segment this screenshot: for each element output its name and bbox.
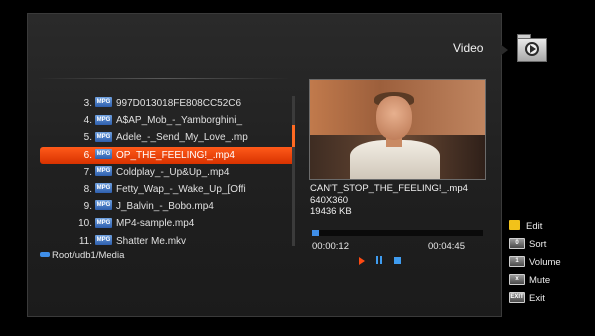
mpg-file-icon: MPG	[95, 97, 112, 108]
legend-label: Edit	[526, 221, 543, 232]
item-name: Fetty_Wap_-_Wake_Up_[Offi	[116, 183, 246, 195]
file-info: CAN'T_STOP_THE_FEELING!_.mp4 640X360 194…	[310, 183, 468, 218]
list-item[interactable]: 7. MPG Coldplay_-_Up&Up_.mp4	[40, 164, 295, 181]
item-number: 7.	[83, 166, 92, 178]
video-preview	[309, 79, 486, 180]
mute-key-icon: x	[509, 273, 525, 285]
item-number: 8.	[83, 183, 92, 195]
list-item-selected[interactable]: 6. MPG OP_THE_FEELING!_.mp4	[40, 146, 295, 164]
list-item[interactable]: 4. MPG A$AP_Mob_-_Yamborghini_	[40, 112, 295, 129]
key-1-icon: 1	[509, 255, 525, 267]
divider	[37, 78, 290, 79]
list-item[interactable]: 11. MPG Shatter Me.mkv	[40, 233, 295, 250]
list-item[interactable]: 9. MPG J_Balvin_-_Bobo.mp4	[40, 198, 295, 215]
legend-label: Mute	[529, 275, 551, 286]
legend-edit: Edit	[509, 220, 561, 238]
legend-label: Volume	[529, 257, 561, 268]
mpg-file-icon: MPG	[95, 183, 112, 194]
page-title: Video	[453, 41, 484, 55]
scrollbar-thumb[interactable]	[292, 125, 295, 147]
scrollbar[interactable]	[292, 96, 295, 246]
yellow-key-icon	[509, 220, 520, 231]
stop-icon[interactable]	[394, 257, 401, 264]
item-name: OP_THE_FEELING!_.mp4	[116, 149, 235, 161]
item-number: 3.	[83, 98, 92, 109]
item-name: Shatter Me.mkv	[116, 235, 187, 247]
item-number: 10.	[78, 218, 92, 230]
video-folder-icon	[517, 34, 547, 62]
list-item[interactable]: 3. MPG 997D013018FE808CC52C6	[40, 95, 295, 112]
item-name: Adele_-_Send_My_Love_.mp	[116, 132, 248, 144]
time-total: 00:04:45	[428, 241, 465, 252]
key-legend: Edit 0 Sort 1 Volume x Mute EXIT Exit	[509, 220, 561, 310]
playback-progress-bar[interactable]	[312, 230, 483, 236]
key-0-icon: 0	[509, 237, 525, 249]
mpg-file-icon: MPG	[95, 217, 112, 228]
list-item[interactable]: 10. MPG MP4-sample.mp4	[40, 215, 295, 232]
item-name: Coldplay_-_Up&Up_.mp4	[116, 166, 230, 178]
legend-volume: 1 Volume	[509, 255, 561, 274]
preview-size: 19436 KB	[310, 206, 352, 217]
item-name: J_Balvin_-_Bobo.mp4	[116, 201, 214, 213]
item-number: 5.	[83, 132, 92, 144]
exit-key-icon: EXIT	[509, 291, 525, 303]
item-number: 9.	[83, 201, 92, 213]
legend-label: Exit	[529, 293, 545, 304]
time-current: 00:00:12	[312, 241, 349, 252]
play-icon[interactable]	[359, 257, 365, 265]
breadcrumb: Root/udb1/Media	[40, 250, 124, 261]
legend-mute: x Mute	[509, 273, 561, 292]
title-arrow-icon	[500, 44, 508, 56]
list-item[interactable]: 8. MPG Fetty_Wap_-_Wake_Up_[Offi	[40, 181, 295, 198]
mpg-file-icon: MPG	[95, 131, 112, 142]
legend-sort: 0 Sort	[509, 237, 561, 256]
path-label: Root/udb1/Media	[52, 250, 125, 261]
legend-exit: EXIT Exit	[509, 291, 561, 310]
item-name: 997D013018FE808CC52C6	[116, 98, 242, 109]
progress-fill	[312, 230, 319, 236]
file-list: 3. MPG 997D013018FE808CC52C6 4. MPG A$AP_Mob…	[40, 95, 295, 250]
mpg-file-icon: MPG	[95, 234, 112, 245]
preview-resolution: 640X360	[310, 194, 349, 206]
screen: Video 3. MPG 997D013018FE808CC52C6 4. MPG A$…	[0, 0, 595, 336]
mpg-file-icon: MPG	[95, 200, 112, 211]
item-name: MP4-sample.mp4	[116, 218, 195, 230]
mpg-file-icon: MPG	[95, 166, 112, 177]
item-number: 11.	[78, 235, 92, 247]
pause-icon[interactable]	[376, 256, 383, 264]
item-number: 6.	[83, 149, 92, 161]
preview-filename: CAN'T_STOP_THE_FEELING!_.mp4	[310, 183, 468, 194]
usb-drive-icon	[40, 251, 50, 257]
mpg-file-icon: MPG	[95, 148, 112, 159]
legend-label: Sort	[529, 239, 547, 250]
item-name: A$AP_Mob_-_Yamborghini_	[116, 115, 243, 127]
item-number: 4.	[83, 115, 92, 127]
mpg-file-icon: MPG	[95, 114, 112, 125]
list-item[interactable]: 5. MPG Adele_-_Send_My_Love_.mp	[40, 129, 295, 146]
